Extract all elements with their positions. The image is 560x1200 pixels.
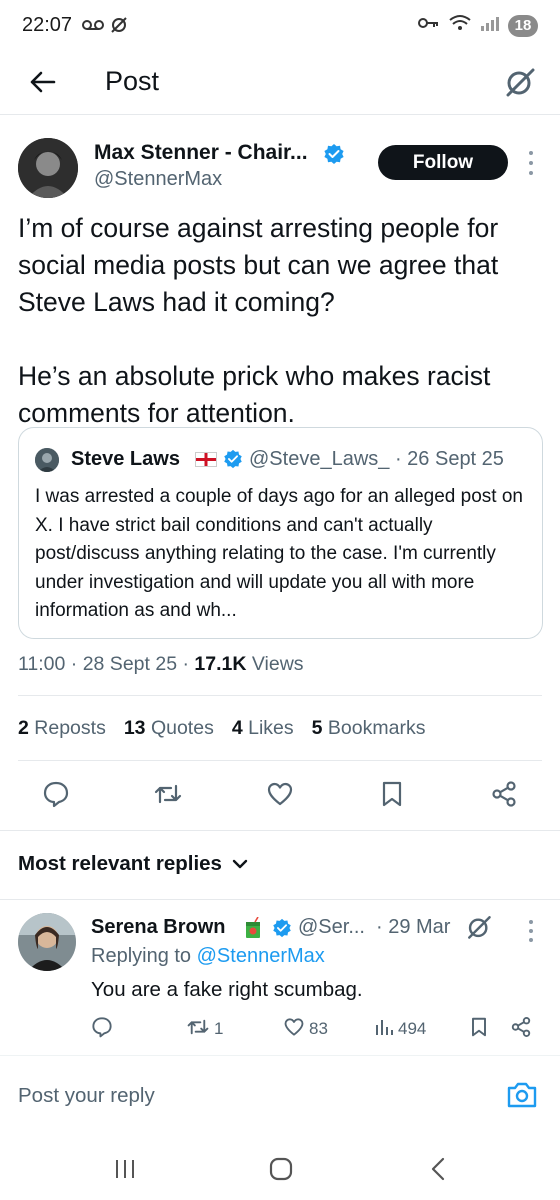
bookmark-icon <box>380 780 404 813</box>
actions-divider <box>0 830 560 831</box>
key-icon <box>418 16 440 35</box>
comment-icon <box>91 1016 113 1043</box>
header-divider <box>0 114 560 115</box>
post-action-bar <box>0 776 560 818</box>
sort-divider <box>0 899 560 900</box>
reply-more-button[interactable] <box>524 918 538 944</box>
chevron-left-icon <box>429 1156 447 1187</box>
reply-time: · 29 Mar <box>376 916 451 938</box>
camera-button[interactable] <box>505 1080 539 1110</box>
page-title: Post <box>105 66 160 96</box>
reply-repost-count: 1 <box>214 1019 224 1038</box>
reply-like-button[interactable]: 83 <box>283 1014 328 1044</box>
grok-icon <box>504 66 536 103</box>
quote-verified-badge-icon <box>223 449 243 474</box>
repost-icon <box>186 1016 210 1043</box>
more-options-button[interactable] <box>524 148 538 178</box>
comment-icon <box>42 780 70 813</box>
reply-avatar[interactable] <box>18 913 76 971</box>
bookmark-icon <box>470 1016 488 1043</box>
quote-avatar <box>35 448 59 472</box>
reply-text: You are a fake right scumbag. <box>91 978 363 1001</box>
replying-to: Replying to @StennerMax <box>91 945 325 967</box>
stats-divider <box>18 760 542 761</box>
quote-handle: @Steve_Laws_ <box>249 448 390 470</box>
share-icon <box>510 1016 532 1043</box>
repost-button[interactable] <box>148 776 188 816</box>
reply-like-count: 83 <box>309 1019 328 1038</box>
analytics-icon <box>374 1017 394 1042</box>
author-avatar[interactable] <box>18 138 78 198</box>
reply-handle[interactable]: @Ser... <box>298 916 365 939</box>
reply-verified-badge-icon <box>272 918 292 943</box>
juice-box-icon <box>244 916 262 939</box>
likes-stat[interactable]: 4 Likes <box>232 717 294 740</box>
system-back-button[interactable] <box>416 1149 460 1193</box>
reply-bookmark-button[interactable] <box>470 1014 488 1044</box>
quote-date: 26 Sept 25 <box>407 448 504 470</box>
more-vertical-icon <box>524 920 538 948</box>
post-text: I’m of course against arresting people f… <box>18 213 499 428</box>
chevron-down-icon <box>232 852 248 876</box>
reposts-stat[interactable]: 2 Reposts <box>18 717 106 740</box>
views-count: 17.1K <box>194 653 247 675</box>
reply-author-name[interactable]: Serena Brown <box>91 916 225 939</box>
wifi-icon <box>448 14 472 37</box>
reply-repost-button[interactable]: 1 <box>186 1014 223 1044</box>
post-time: 11:00 <box>18 653 66 675</box>
views-label: Views <box>251 653 304 675</box>
replies-sort-dropdown[interactable]: Most relevant replies <box>18 852 248 876</box>
post-date: 28 Sept 25 <box>82 653 178 675</box>
quotes-stat[interactable]: 13 Quotes <box>124 717 214 740</box>
quote-author-name: Steve Laws <box>71 448 180 470</box>
heart-icon <box>266 781 294 812</box>
signal-icon <box>480 15 500 36</box>
reply-button[interactable] <box>36 776 76 816</box>
status-bar: 22:07 18 <box>0 0 560 56</box>
camera-icon <box>505 1082 539 1114</box>
voicemail-icon <box>82 18 104 37</box>
no-sync-icon <box>110 16 128 39</box>
reply-views-button[interactable]: 494 <box>374 1014 426 1044</box>
battery-indicator: 18 <box>508 14 538 37</box>
home-icon <box>268 1156 294 1187</box>
share-button[interactable] <box>484 776 524 816</box>
reply-input[interactable]: Post your reply <box>18 1084 155 1108</box>
author-name[interactable]: Max Stenner - Chair... <box>94 141 308 165</box>
arrow-left-icon <box>28 70 56 99</box>
share-icon <box>490 780 518 813</box>
grok-button[interactable] <box>500 64 540 104</box>
recents-icon <box>113 1158 137 1185</box>
engagement-stats: 2 Reposts 13 Quotes 4 Likes 5 Bookmarks <box>18 717 425 740</box>
meta-divider <box>18 695 542 696</box>
repost-icon <box>153 780 183 813</box>
quoted-post-card[interactable]: Steve Laws @Steve_Laws_ · 26 Sept 25 I w… <box>18 427 543 639</box>
reply-action-bar: 1 83 494 <box>0 1014 560 1044</box>
status-time: 22:07 <box>22 14 73 36</box>
reply-grok-icon[interactable] <box>466 914 492 945</box>
like-button[interactable] <box>260 776 300 816</box>
system-navigation-bar <box>0 1137 560 1200</box>
back-button[interactable] <box>24 66 60 102</box>
verified-badge-icon <box>323 143 345 170</box>
reply-composer: Post your reply <box>0 1055 560 1137</box>
home-button[interactable] <box>259 1149 303 1193</box>
more-vertical-icon <box>524 151 538 182</box>
quote-text: I was arrested a couple of days ago for … <box>35 486 523 621</box>
reply-share-button[interactable] <box>510 1014 532 1044</box>
reply-comment-button[interactable] <box>91 1014 113 1044</box>
england-flag-icon <box>195 452 217 467</box>
replies-sort-label: Most relevant replies <box>18 852 222 875</box>
replying-to-mention[interactable]: @StennerMax <box>197 945 325 967</box>
heart-icon <box>283 1017 305 1042</box>
recent-apps-button[interactable] <box>103 1149 147 1193</box>
post-meta: 11:00 · 28 Sept 25 · 17.1K Views <box>18 653 304 675</box>
follow-button[interactable]: Follow <box>378 145 508 180</box>
bookmark-button[interactable] <box>372 776 412 816</box>
bookmarks-stat[interactable]: 5 Bookmarks <box>312 717 426 740</box>
quote-handle-date: @Steve_Laws_ · 26 Sept 25 <box>249 448 504 470</box>
reply-views-count: 494 <box>398 1019 427 1038</box>
top-app-bar: Post <box>0 56 560 112</box>
author-handle[interactable]: @StennerMax <box>94 168 222 191</box>
